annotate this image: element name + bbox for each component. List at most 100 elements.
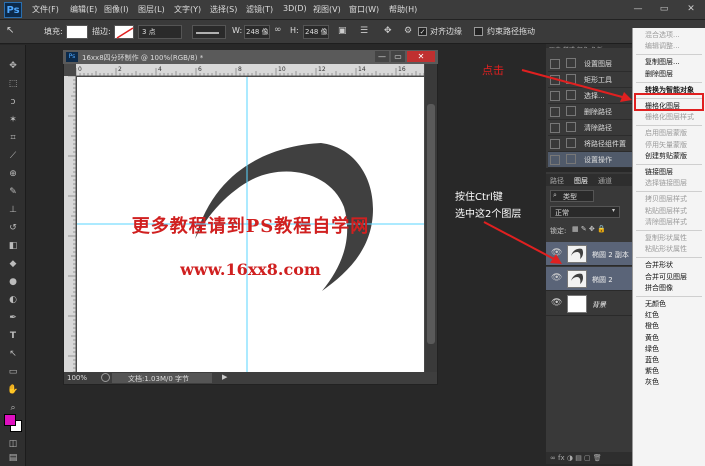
menu-edit[interactable]: 编辑(E) [70, 4, 97, 15]
context-menu-item[interactable]: 粘贴形状属性 [645, 244, 687, 254]
marquee-tool-icon[interactable]: ⬚ [5, 78, 21, 90]
path-arrange-icon[interactable]: ✥ [384, 26, 392, 36]
context-menu-item[interactable]: 合并形状 [645, 260, 673, 270]
context-menu-item[interactable]: 栅格化图层样式 [645, 112, 694, 122]
context-menu-item[interactable]: 编辑调整... [645, 41, 680, 51]
eye-icon[interactable]: 👁 [551, 273, 562, 283]
path-select-tool-icon[interactable]: ↖ [5, 348, 21, 360]
context-menu-item[interactable]: 拷贝图层样式 [645, 194, 687, 204]
tab-layers[interactable]: 图层 [574, 176, 588, 186]
action-dialog-icon[interactable] [566, 106, 576, 116]
clone-stamp-icon[interactable]: ⊥ [5, 204, 21, 216]
context-menu-item[interactable]: 停用矢量蒙版 [645, 140, 687, 150]
lock-icons[interactable]: ▦ ✎ ✥ 🔒 [572, 225, 606, 233]
tab-paths[interactable]: 路径 [550, 176, 564, 186]
menu-select[interactable]: 选择(S) [210, 4, 237, 15]
action-checkbox[interactable] [550, 139, 560, 149]
menu-3d[interactable]: 3D(D) [283, 4, 307, 13]
context-menu-item[interactable]: 粘贴图层样式 [645, 206, 687, 216]
doc-maximize-button[interactable]: ▭ [391, 51, 405, 62]
maximize-button[interactable]: ▭ [655, 2, 673, 16]
brush-tool-icon[interactable]: ✎ [5, 186, 21, 198]
close-button[interactable]: ✕ [682, 2, 700, 16]
status-icon[interactable] [101, 373, 110, 382]
doc-close-button[interactable]: ✕ [407, 51, 435, 62]
menu-help[interactable]: 帮助(H) [389, 4, 417, 15]
ruler-vertical[interactable] [64, 75, 76, 373]
menu-layer[interactable]: 图层(L) [138, 4, 165, 15]
context-menu-item[interactable]: 绿色 [645, 344, 659, 354]
context-menu-item[interactable]: 拼合图像 [645, 283, 673, 293]
ruler-horizontal[interactable]: 0 2 4 6 8 10 12 14 16 [75, 64, 425, 76]
menu-image[interactable]: 图像(I) [104, 4, 129, 15]
fill-swatch[interactable] [66, 25, 88, 39]
type-tool-icon[interactable]: T [5, 330, 21, 342]
eyedropper-icon[interactable]: ⟋ [5, 150, 21, 162]
action-checkbox[interactable] [550, 123, 560, 133]
context-menu-item[interactable]: 灰色 [645, 377, 659, 387]
shape-tool-icon[interactable]: ▭ [5, 366, 21, 378]
history-brush-icon[interactable]: ↺ [5, 222, 21, 234]
document-scrollbar[interactable] [425, 64, 437, 372]
context-menu-item[interactable]: 无颜色 [645, 299, 666, 309]
zoom-level[interactable]: 100% [67, 374, 87, 382]
quick-mask-icon[interactable]: ◫ [5, 438, 21, 450]
context-menu-item[interactable]: 红色 [645, 310, 659, 320]
status-arrow-icon[interactable]: ▶ [222, 373, 227, 381]
context-menu-item[interactable]: 混合选项... [645, 30, 680, 40]
context-menu-item[interactable]: 选择链接图层 [645, 178, 687, 188]
action-checkbox[interactable] [550, 107, 560, 117]
stroke-type-select[interactable] [192, 25, 226, 39]
eraser-icon[interactable]: ◧ [5, 240, 21, 252]
bucket-tool-icon[interactable]: ◆ [5, 258, 21, 270]
crop-tool-icon[interactable]: ⌗ [5, 132, 21, 144]
action-dialog-icon[interactable] [566, 138, 576, 148]
path-select-icon[interactable]: ↖ [6, 25, 24, 39]
zoom-tool-icon[interactable]: ⌕ [5, 402, 21, 414]
context-menu-item[interactable]: 橙色 [645, 321, 659, 331]
minimize-button[interactable]: — [629, 2, 647, 16]
layers-footer-icons[interactable]: ∞ fx ◑ ▤ ▢ 🗑 [546, 452, 632, 464]
context-menu-item[interactable]: 复制形状属性 [645, 233, 687, 243]
context-menu-item[interactable]: 黄色 [645, 333, 659, 343]
action-dialog-icon[interactable] [566, 154, 576, 164]
link-icon[interactable]: ∞ [274, 25, 282, 35]
context-menu-item[interactable]: 启用图层蒙版 [645, 128, 687, 138]
blur-tool-icon[interactable]: ● [5, 276, 21, 288]
context-menu-item[interactable]: 紫色 [645, 366, 659, 376]
context-menu-item[interactable]: 创建剪贴蒙版 [645, 151, 687, 161]
stroke-swatch[interactable] [114, 25, 134, 39]
screen-mode-icon[interactable]: ▤ [5, 452, 21, 464]
doc-minimize-button[interactable]: — [375, 51, 389, 62]
layer-name[interactable]: 椭圆 2 副本 [592, 250, 629, 260]
healing-brush-icon[interactable]: ⊕ [5, 168, 21, 180]
menu-filter[interactable]: 滤镜(T) [246, 4, 273, 15]
eye-icon[interactable]: 👁 [551, 298, 562, 308]
action-dialog-icon[interactable] [566, 122, 576, 132]
layer-name[interactable]: 背景 [592, 300, 606, 310]
constrain-path-checkbox[interactable] [474, 27, 483, 36]
gear-icon[interactable]: ⚙ [404, 26, 412, 36]
path-align-icon[interactable]: ☰ [360, 26, 368, 36]
magic-wand-icon[interactable]: ✶ [5, 114, 21, 126]
context-menu-item[interactable]: 蓝色 [645, 355, 659, 365]
menu-file[interactable]: 文件(F) [32, 4, 59, 15]
scroll-thumb[interactable] [427, 104, 435, 344]
context-menu-item[interactable]: 删除图层 [645, 69, 673, 79]
menu-window[interactable]: 窗口(W) [349, 4, 379, 15]
context-menu-item[interactable]: 合并可见图层 [645, 272, 687, 282]
context-menu-item[interactable]: 清除图层样式 [645, 217, 687, 227]
tab-channels[interactable]: 通道 [598, 176, 612, 186]
menu-type[interactable]: 文字(Y) [174, 4, 201, 15]
menu-view[interactable]: 视图(V) [313, 4, 341, 15]
move-tool-icon[interactable]: ✥ [5, 60, 21, 72]
lasso-tool-icon[interactable]: ↄ [5, 96, 21, 108]
context-menu-item[interactable]: 链接图层 [645, 167, 673, 177]
dodge-tool-icon[interactable]: ◐ [5, 294, 21, 306]
action-checkbox[interactable] [550, 155, 560, 165]
align-edges-checkbox[interactable]: ✓ [418, 27, 427, 36]
path-ops-icon[interactable]: ▣ [338, 26, 347, 36]
hand-tool-icon[interactable]: ✋ [5, 384, 21, 396]
context-menu-item[interactable]: 复制图层... [645, 57, 680, 67]
pen-tool-icon[interactable]: ✒ [5, 312, 21, 324]
